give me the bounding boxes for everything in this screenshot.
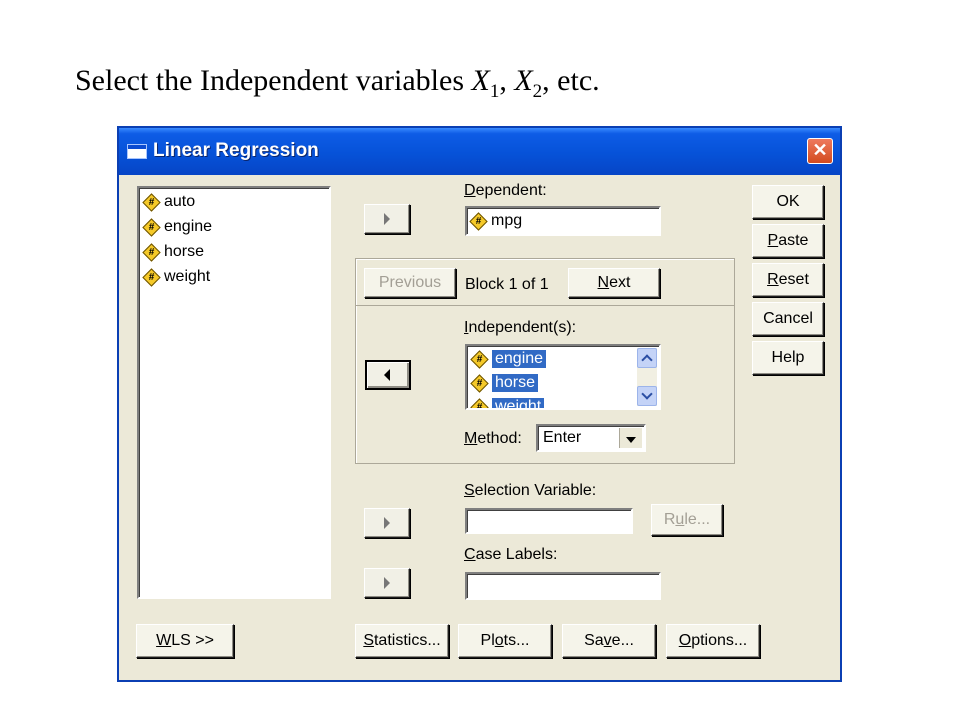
case-labels-label: Case Labels: <box>464 546 558 563</box>
numeric-variable-icon: # <box>471 214 486 229</box>
previous-block-button[interactable]: Previous <box>364 268 456 298</box>
variable-name: weight <box>492 398 545 408</box>
numeric-variable-icon: # <box>472 352 487 367</box>
independents-scrollbar[interactable] <box>637 348 657 406</box>
list-item[interactable]: # horse <box>472 372 539 394</box>
arrow-right-icon <box>384 213 390 225</box>
case-labels-field[interactable] <box>465 572 661 600</box>
variable-name: horse <box>492 374 539 392</box>
paste-button[interactable]: Paste <box>752 224 824 258</box>
linear-regression-dialog: Linear Regression ✕ # auto # engine # ho… <box>117 126 842 682</box>
list-item[interactable]: # horse <box>144 241 204 263</box>
remove-independent-button[interactable] <box>365 360 411 390</box>
numeric-variable-icon: # <box>144 195 159 210</box>
caption-suffix: , etc. <box>542 64 600 97</box>
numeric-variable-icon: # <box>144 245 159 260</box>
dependent-variable: # mpg <box>471 210 522 232</box>
dropdown-arrow-icon[interactable] <box>619 428 642 448</box>
statistics-button[interactable]: Statistics... <box>355 624 449 658</box>
arrow-right-icon <box>384 577 390 589</box>
arrow-left-icon <box>384 369 390 381</box>
method-select[interactable]: Enter <box>536 424 646 452</box>
close-icon: ✕ <box>812 140 828 160</box>
block-status: Block 1 of 1 <box>465 276 549 293</box>
window-title: Linear Regression <box>153 140 319 161</box>
dependent-value: mpg <box>491 212 523 229</box>
selection-variable-field[interactable] <box>465 508 633 534</box>
chevron-up-icon <box>641 354 653 366</box>
slide-caption: Select the Independent variables X1, X2,… <box>75 64 935 103</box>
dependent-label: Dependent: <box>464 182 547 199</box>
dependent-field[interactable]: # mpg <box>465 206 661 236</box>
method-value: Enter <box>543 429 582 446</box>
save-button[interactable]: Sa v e... <box>562 624 656 658</box>
next-block-button[interactable]: Next <box>568 268 660 298</box>
ok-button[interactable]: OK <box>752 185 824 219</box>
numeric-variable-icon: # <box>144 270 159 285</box>
move-to-selection-variable-button[interactable] <box>364 508 410 538</box>
source-variable-list[interactable]: # auto # engine # horse # weight <box>137 186 331 599</box>
numeric-variable-icon: # <box>472 400 487 409</box>
independents-label: Independent(s): <box>464 319 577 336</box>
caption-var-x2: X <box>514 64 533 97</box>
selection-variable-label: Selection Variable: <box>464 482 597 499</box>
variable-name: engine <box>492 350 547 368</box>
move-to-case-labels-button[interactable] <box>364 568 410 598</box>
list-item[interactable]: # weight <box>144 266 211 288</box>
cancel-button[interactable]: Cancel <box>752 302 824 336</box>
method-label: Method: <box>464 430 522 447</box>
block-divider <box>355 305 735 306</box>
numeric-variable-icon: # <box>472 376 487 391</box>
list-item[interactable]: # auto <box>144 191 195 213</box>
caption-sub-1: 1 <box>489 81 500 102</box>
move-to-dependent-button[interactable] <box>364 204 410 234</box>
list-item[interactable]: # engine <box>472 348 547 370</box>
variable-name: auto <box>164 193 196 210</box>
variable-name: weight <box>164 268 211 285</box>
list-item[interactable]: # weight <box>472 396 545 409</box>
caption-var-x1: X <box>471 64 490 97</box>
list-item[interactable]: # engine <box>144 216 212 238</box>
scroll-down-button[interactable] <box>637 386 657 406</box>
variable-name: horse <box>164 243 205 260</box>
window-icon <box>127 144 147 159</box>
caption-sub-2: 2 <box>532 81 543 102</box>
reset-button[interactable]: Reset <box>752 263 824 297</box>
title-bar[interactable]: Linear Regression ✕ <box>119 128 840 175</box>
variable-name: engine <box>164 218 213 235</box>
caption-prefix: Select the Independent variables <box>75 64 472 97</box>
chevron-down-icon <box>641 388 653 400</box>
numeric-variable-icon: # <box>144 220 159 235</box>
help-button[interactable]: Help <box>752 341 824 375</box>
independents-list[interactable]: # engine # horse # weight <box>465 344 661 410</box>
caption-separator: , <box>499 64 515 97</box>
scroll-up-button[interactable] <box>637 348 657 368</box>
plots-button[interactable]: Pl o ts... <box>458 624 552 658</box>
options-button[interactable]: Options... <box>666 624 760 658</box>
arrow-right-icon <box>384 517 390 529</box>
rule-button[interactable]: Ru le... <box>651 504 723 536</box>
close-button[interactable]: ✕ <box>807 138 833 164</box>
wls-button[interactable]: W LS >> <box>136 624 234 658</box>
